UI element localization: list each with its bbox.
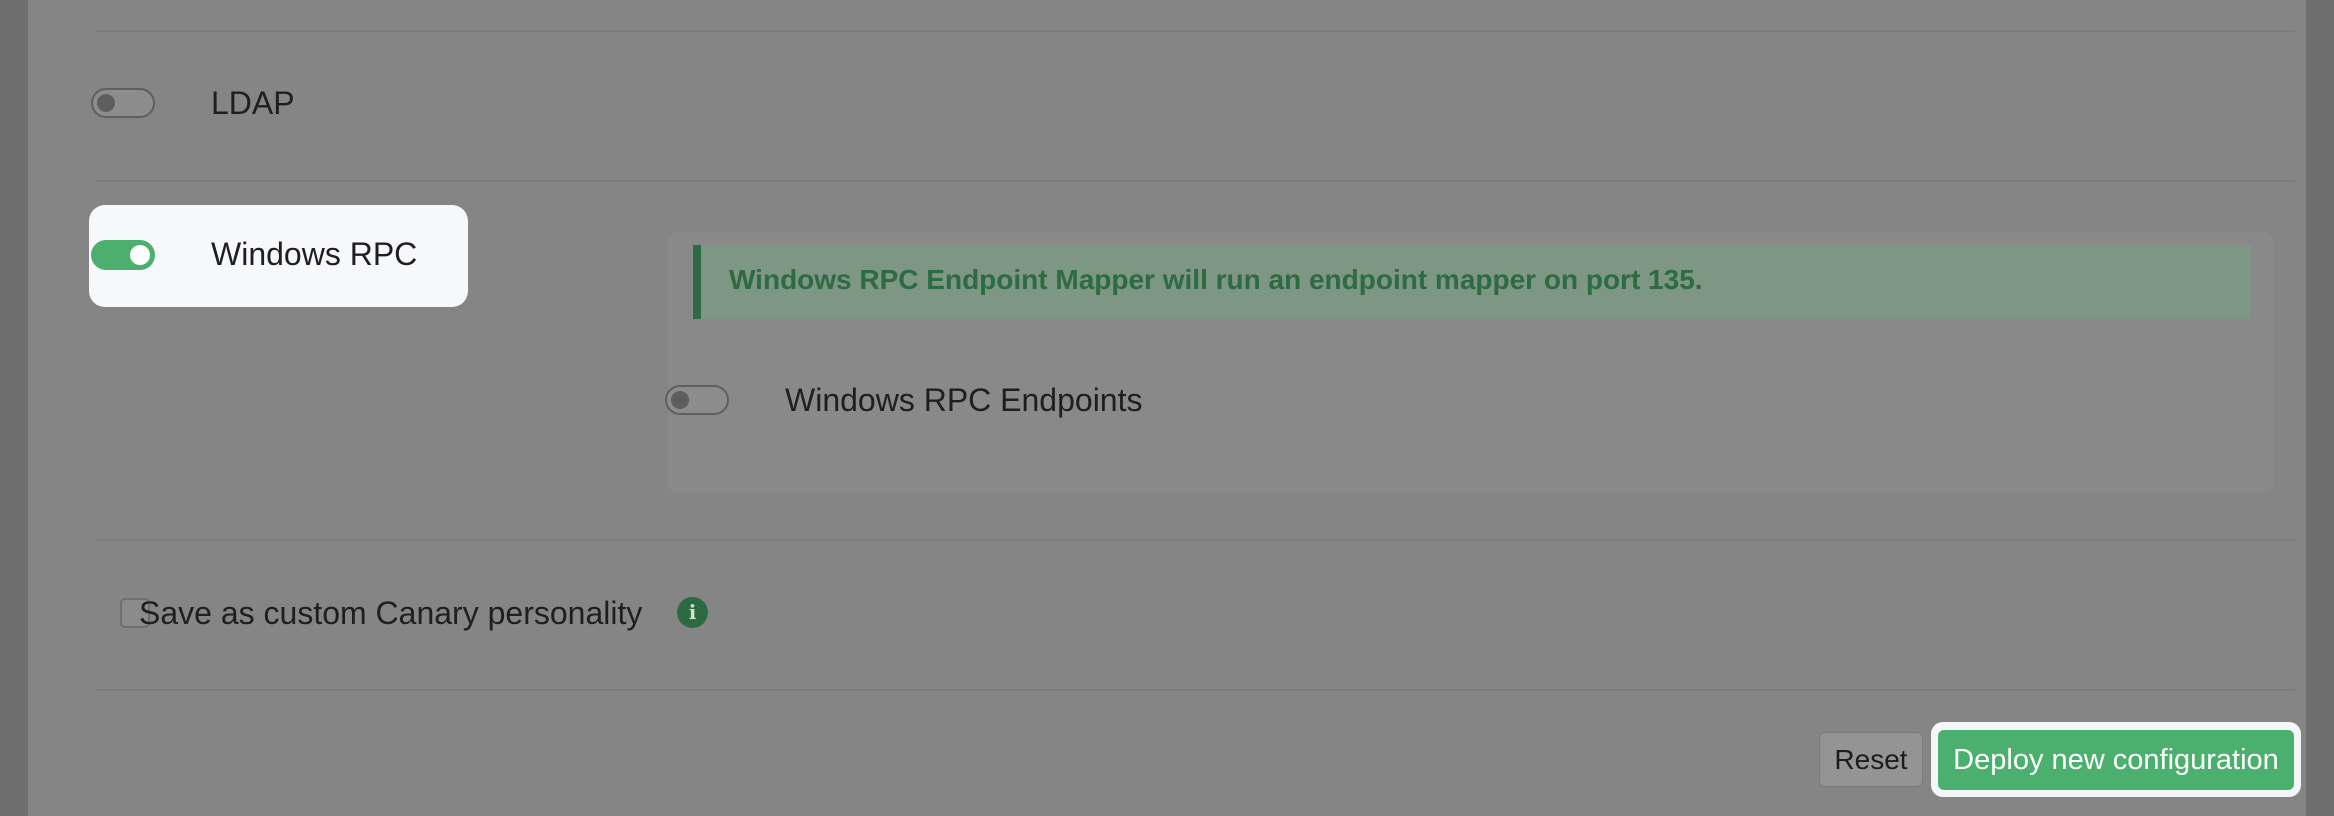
info-icon[interactable]: i — [677, 597, 708, 628]
deploy-button[interactable]: Deploy new configuration — [1938, 730, 2294, 790]
ldap-label: LDAP — [211, 85, 295, 121]
info-alert: Windows RPC Endpoint Mapper will run an … — [693, 245, 2251, 319]
divider — [95, 689, 2295, 691]
divider — [95, 539, 2295, 541]
windows-rpc-toggle[interactable] — [91, 240, 155, 270]
windows-rpc-label: Windows RPC — [211, 236, 418, 272]
toggle-knob — [130, 245, 150, 265]
reset-button[interactable]: Reset — [1819, 732, 1923, 787]
windows-rpc-endpoints-label: Windows RPC Endpoints — [785, 382, 1143, 418]
divider — [95, 180, 2295, 182]
ldap-toggle[interactable] — [91, 88, 155, 118]
divider — [95, 30, 2295, 32]
alert-message: Windows RPC Endpoint Mapper will run an … — [729, 264, 1703, 295]
toggle-knob — [97, 94, 115, 112]
settings-panel: LDAP Windows RPC Windows RPC Endpoint Ma… — [28, 0, 2306, 816]
windows-rpc-endpoints-toggle[interactable] — [665, 385, 729, 415]
toggle-knob — [671, 391, 689, 409]
save-personality-label[interactable]: Save as custom Canary personality — [139, 594, 642, 632]
